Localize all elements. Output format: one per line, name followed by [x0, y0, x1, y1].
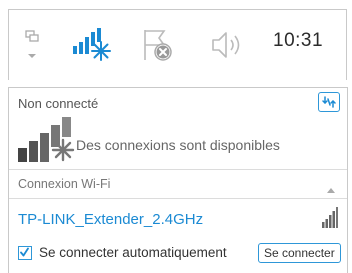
taskbar: 10:31 — [0, 0, 352, 80]
wifi-signal-starburst-icon[interactable] — [73, 26, 115, 69]
wifi-section-header[interactable]: Connexion Wi-Fi — [9, 170, 347, 198]
auto-connect-label: Se connecter automatiquement — [39, 245, 227, 260]
clock[interactable]: 10:31 — [273, 30, 323, 52]
network-monitor-icon[interactable] — [23, 30, 41, 67]
collapse-arrow-icon[interactable] — [326, 181, 336, 199]
network-name: TP-LINK_Extender_2.4GHz — [18, 211, 204, 228]
notification-area: 10:31 — [8, 9, 347, 80]
auto-connect-row: Se connecter automatiquement Se connecte… — [9, 240, 347, 268]
signal-strength-icon — [322, 207, 338, 234]
connect-button[interactable]: Se connecter — [258, 243, 341, 263]
checkmark-icon — [20, 247, 29, 257]
section-label: Connexion Wi-Fi — [18, 177, 111, 191]
refresh-button[interactable] — [318, 92, 340, 112]
connection-status-section: Non connecté Des connexions sont disponi… — [9, 88, 347, 169]
network-list-item[interactable]: TP-LINK_Extender_2.4GHz — [9, 199, 347, 237]
status-label: Non connecté — [18, 96, 99, 111]
network-flyout: Non connecté Des connexions sont disponi… — [8, 87, 348, 273]
speaker-volume-icon[interactable] — [209, 29, 251, 66]
available-connections-text: Des connexions sont disponibles — [76, 137, 280, 153]
refresh-icon — [322, 96, 336, 108]
flag-action-center-icon[interactable] — [139, 26, 175, 69]
auto-connect-checkbox[interactable] — [18, 246, 32, 260]
no-connection-signal-icon — [18, 116, 76, 167]
